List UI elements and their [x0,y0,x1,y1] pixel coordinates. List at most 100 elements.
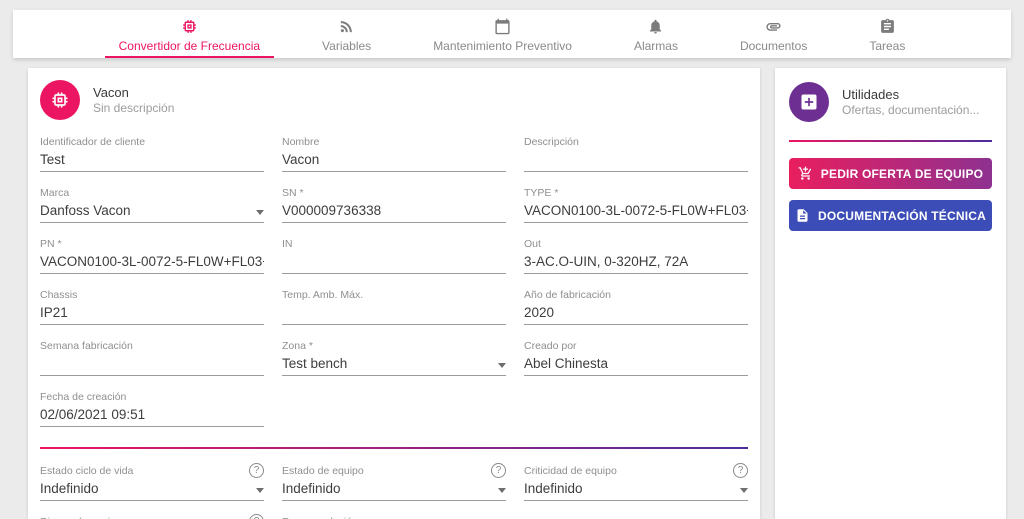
tab-documentos[interactable]: Documentos [726,10,821,58]
semana-fabricacion-input[interactable] [40,353,264,376]
temp-amb-max-input[interactable] [282,302,506,325]
status-fields-grid: Estado ciclo de vida? Indefinido Estado … [40,463,748,519]
device-fields-grid: Identificador de cliente Test Nombre Vac… [40,134,748,427]
field-label: TYPE * [524,187,558,199]
device-title: Vacon [93,85,174,101]
device-subtitle: Sin descripción [93,101,174,116]
page-content: Vacon Sin descripción Identificador de c… [0,58,1024,519]
marca-select[interactable]: Danfoss Vacon [40,200,264,223]
field-in: IN [282,236,506,274]
calendar-icon [494,17,511,35]
creado-por-input[interactable]: Abel Chinesta [524,353,748,376]
utilities-panel: Utilidades Ofertas, documentación... PED… [775,68,1006,519]
field-temp-amb-max: Temp. Amb. Máx. [282,287,506,325]
field-sn: SN * V000009736338 [282,185,506,223]
field-marca: Marca Danfoss Vacon [40,185,264,223]
tab-mantenimiento-preventivo[interactable]: Mantenimiento Preventivo [419,10,586,58]
device-form-panel: Vacon Sin descripción Identificador de c… [28,68,760,519]
pn-input[interactable]: VACON0100-3L-0072-5-FL0W+FL03+DPAP+DLE [40,251,264,274]
field-label: Descripción [524,136,579,148]
field-criticidad-de-equipo: Criticidad de equipo? Indefinido [524,463,748,501]
field-label: Semana fabricación [40,340,133,352]
documentacion-tecnica-button[interactable]: DOCUMENTACIÓN TÉCNICA [789,200,992,231]
field-label: Criticidad de equipo [524,465,617,477]
help-icon[interactable]: ? [249,514,264,519]
field-out: Out 3-AC.O-UIN, 0-320HZ, 72A [524,236,748,274]
top-tab-bar: Convertidor de Frecuencia Variables Mant… [13,10,1011,58]
field-label: Zona * [282,340,313,352]
field-nombre: Nombre Vacon [282,134,506,172]
utilities-avatar [789,82,829,122]
sn-input[interactable]: V000009736338 [282,200,506,223]
rss-icon [338,17,355,35]
field-label: Chassis [40,289,77,301]
pedir-oferta-de-equipo-button[interactable]: PEDIR OFERTA DE EQUIPO [789,158,992,189]
field-label: Creado por [524,340,577,352]
type-input[interactable]: VACON0100-3L-0072-5-FL0W+FL03+DPAP+DLE [524,200,748,223]
field-label: Temp. Amb. Máx. [282,289,363,301]
fecha-de-creacion-input[interactable]: 02/06/2021 09:51 [40,404,264,427]
section-divider [40,447,748,449]
field-estado-ciclo-de-vida: Estado ciclo de vida? Indefinido [40,463,264,501]
estado-ciclo-de-vida-select[interactable]: Indefinido [40,478,264,501]
field-label: Fecha de creación [40,391,126,403]
tab-alarmas[interactable]: Alarmas [620,10,692,58]
field-pn: PN * VACON0100-3L-0072-5-FL0W+FL03+DPAP+… [40,236,264,274]
add-box-icon [799,92,819,112]
identificador-de-cliente-input[interactable]: Test [40,149,264,172]
tab-variables[interactable]: Variables [308,10,385,58]
field-ano-de-fabricacion: Año de fabricación 2020 [524,287,748,325]
add-shopping-cart-icon [798,166,813,181]
bell-icon [647,17,664,35]
clipboard-icon [879,17,896,35]
descripcion-input[interactable] [524,149,748,172]
field-estado-de-equipo: Estado de equipo? Indefinido [282,463,506,501]
tab-label: Variables [322,39,371,53]
field-descripcion: Descripción [524,134,748,172]
field-label: Año de fabricación [524,289,611,301]
chassis-input[interactable]: IP21 [40,302,264,325]
chevron-down-icon [498,488,506,493]
chip-icon [50,90,70,110]
field-semana-fabricacion: Semana fabricación [40,338,264,376]
document-icon [795,208,810,223]
nombre-input[interactable]: Vacon [282,149,506,172]
field-label: Estado de equipo [282,465,364,477]
field-fecha-de-creacion: Fecha de creación 02/06/2021 09:51 [40,389,264,427]
criticidad-de-equipo-select[interactable]: Indefinido [524,478,748,501]
field-chassis: Chassis IP21 [40,287,264,325]
estado-de-equipo-select[interactable]: Indefinido [282,478,506,501]
field-riesgo-de-equipo: Riesgo de equipo? Indefinido [40,514,264,519]
button-label: PEDIR OFERTA DE EQUIPO [821,167,983,181]
chip-icon [181,17,198,35]
field-creado-por: Creado por Abel Chinesta [524,338,748,376]
utilities-title: Utilidades [842,87,979,103]
tab-label: Tareas [869,39,905,53]
in-input[interactable] [282,251,506,274]
tab-label: Convertidor de Frecuencia [119,39,260,53]
field-recomendacion: Recomendación Indefinido [282,514,506,519]
chevron-down-icon [498,363,506,368]
field-type: TYPE * VACON0100-3L-0072-5-FL0W+FL03+DPA… [524,185,748,223]
out-input[interactable]: 3-AC.O-UIN, 0-320HZ, 72A [524,251,748,274]
tab-convertidor-de-frecuencia[interactable]: Convertidor de Frecuencia [105,10,274,58]
tab-label: Alarmas [634,39,678,53]
tab-label: Mantenimiento Preventivo [433,39,572,53]
chevron-down-icon [256,210,264,215]
field-identificador-de-cliente: Identificador de cliente Test [40,134,264,172]
help-icon[interactable]: ? [249,463,264,478]
device-avatar [40,80,80,120]
chevron-down-icon [256,488,264,493]
field-label: Identificador de cliente [40,136,145,148]
help-icon[interactable]: ? [491,463,506,478]
field-label: Nombre [282,136,319,148]
help-icon[interactable]: ? [733,463,748,478]
ano-de-fabricacion-input[interactable]: 2020 [524,302,748,325]
field-label: PN * [40,238,62,250]
utilities-subtitle: Ofertas, documentación... [842,103,979,118]
field-label: Out [524,238,541,250]
tab-tareas[interactable]: Tareas [855,10,919,58]
zona-select[interactable]: Test bench [282,353,506,376]
field-label: Marca [40,187,69,199]
field-label: SN * [282,187,304,199]
